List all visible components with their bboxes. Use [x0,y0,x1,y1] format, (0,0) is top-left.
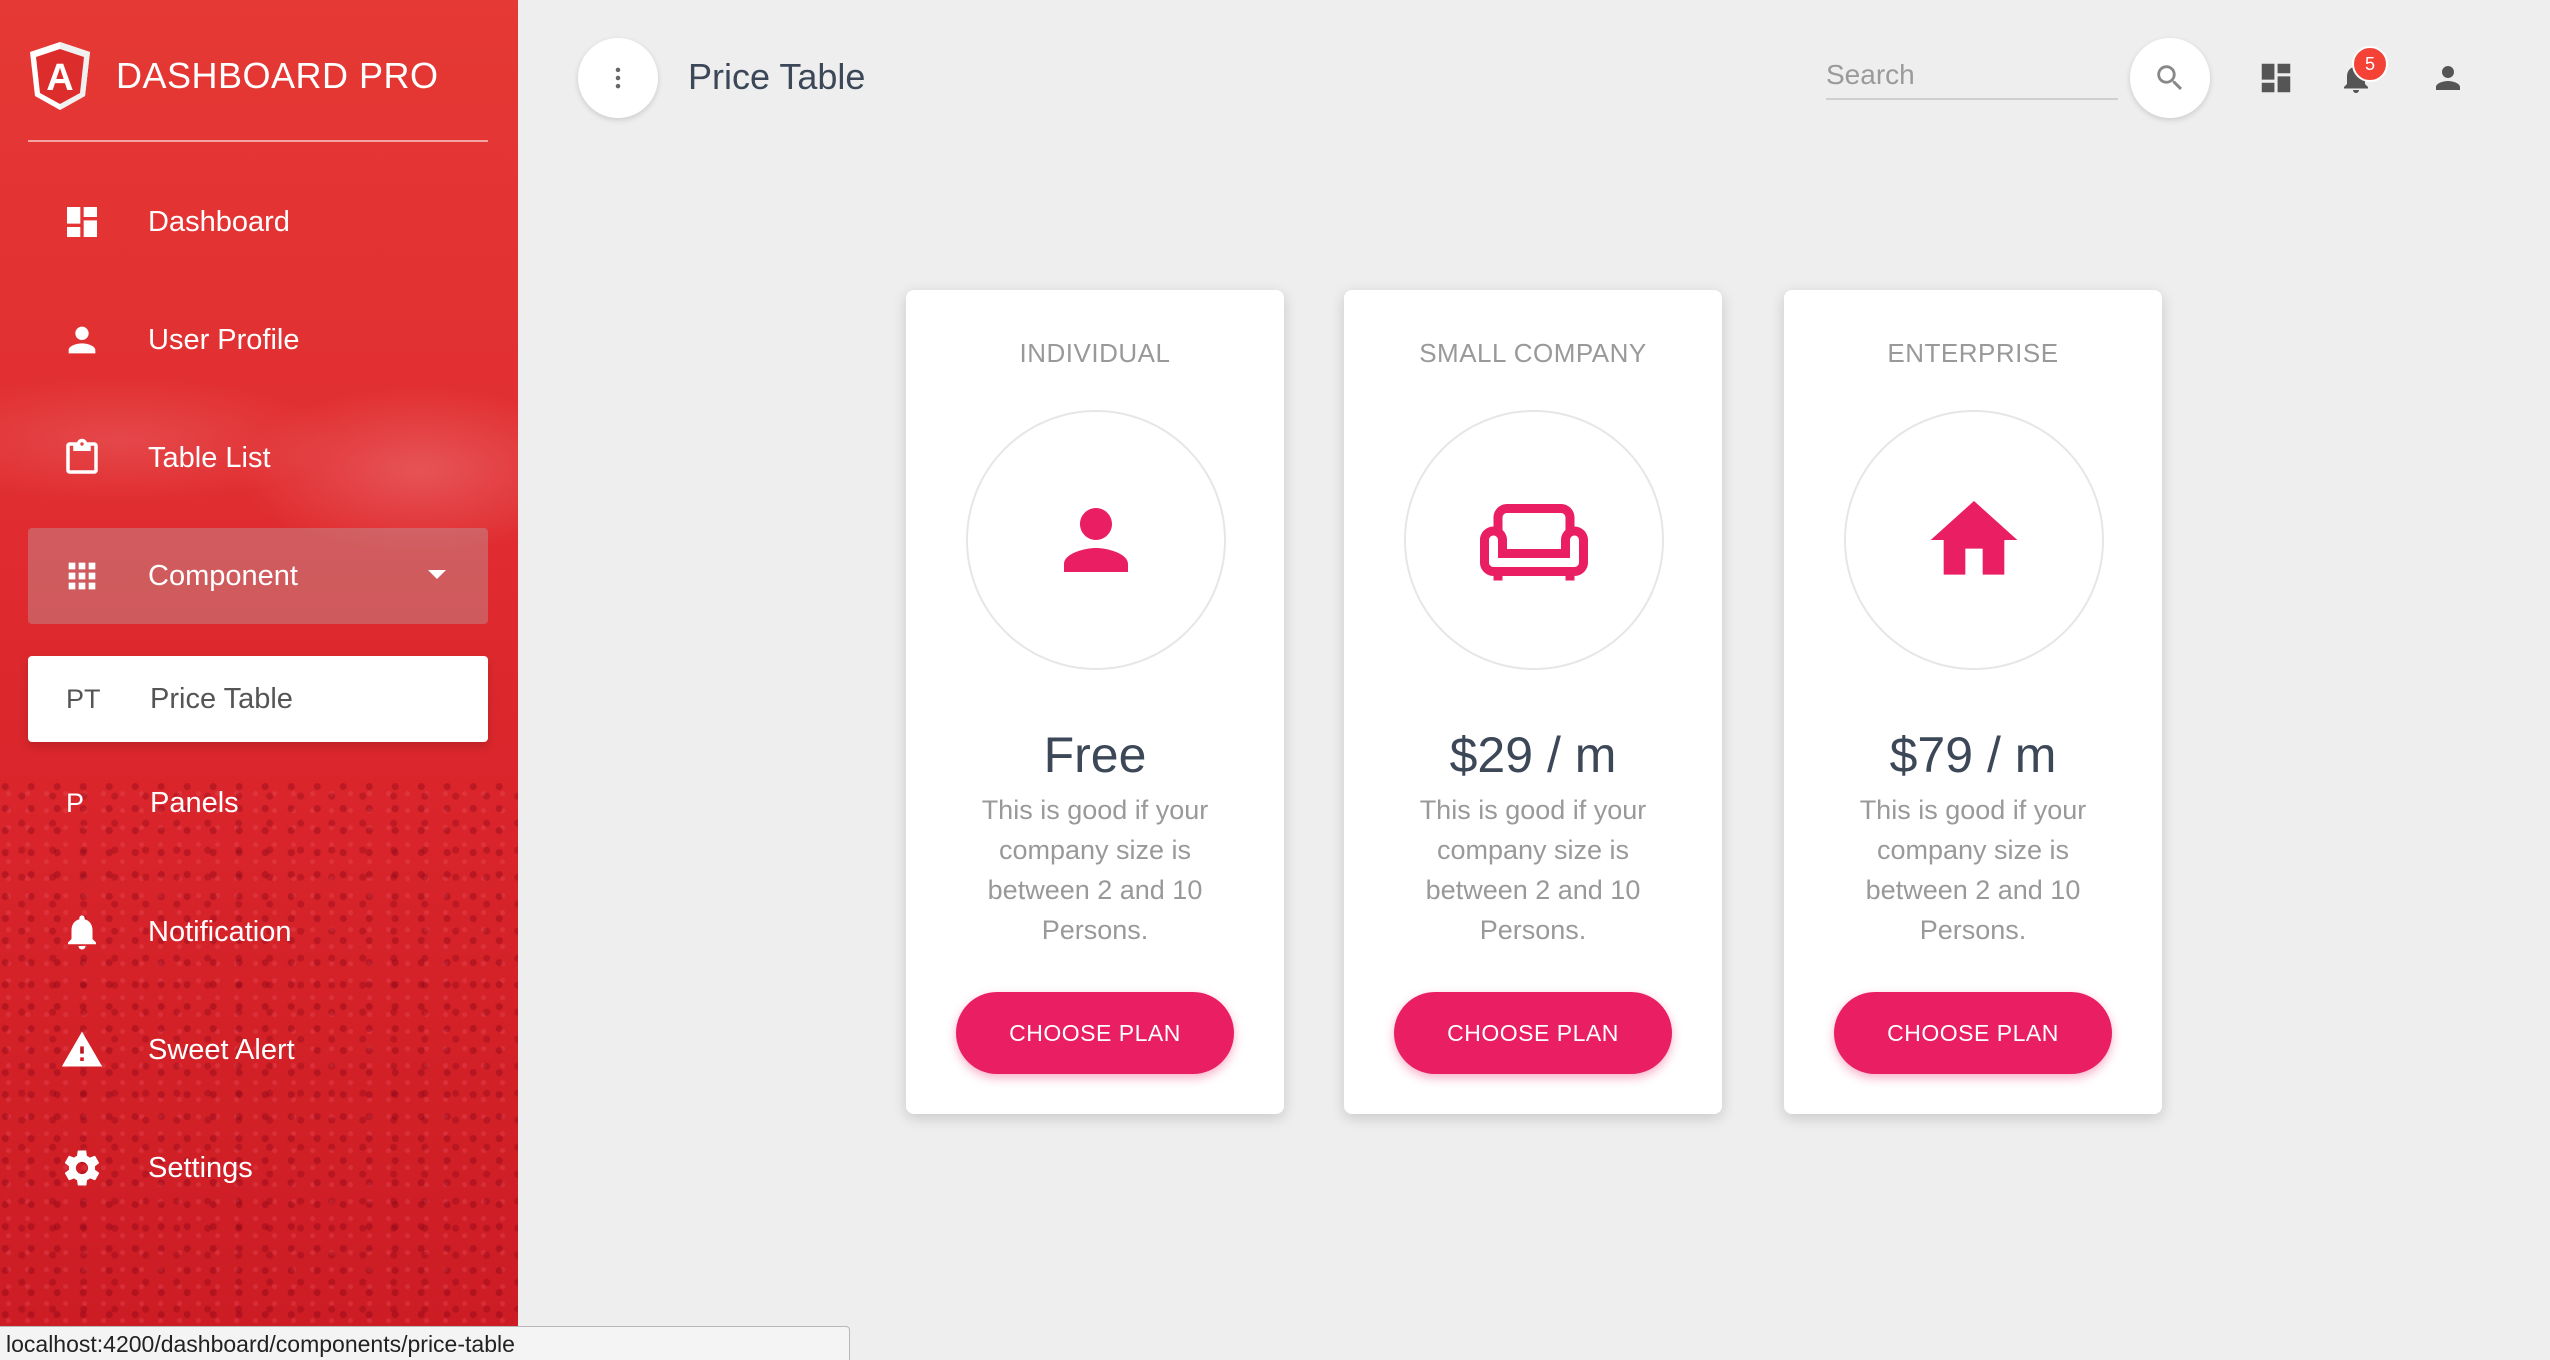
sidebar-item-label: Settings [148,1151,253,1184]
sidebar: A DASHBOARD PRO Dashboard User Profile T… [0,0,518,1360]
sidebar-item-sweet-alert[interactable]: Sweet Alert [28,1002,488,1098]
subitem-label: Panels [150,786,239,819]
pricing-card-individual: INDIVIDUAL Free This is good if your com… [906,290,1284,1114]
sidebar-item-label: Sweet Alert [148,1033,295,1066]
plan-name: ENTERPRISE [1887,338,2059,368]
plan-name: SMALL COMPANY [1419,338,1647,368]
plan-icon-circle [1844,410,2104,670]
angular-logo-icon: A [30,42,90,110]
plan-description: This is good if your company size is bet… [1419,795,1647,945]
sidebar-subitem-price-table[interactable]: PT Price Table [28,656,488,742]
plan-description: This is good if your company size is bet… [981,795,1209,945]
sidebar-subitem-panels[interactable]: P Panels [28,760,488,846]
pricing-card-small-company: SMALL COMPANY $29 / m This is good if yo… [1344,290,1722,1114]
gear-icon [58,1144,106,1192]
bell-icon [58,908,106,956]
more-vertical-icon [615,67,621,89]
sofa-icon [1480,504,1588,581]
choose-plan-button[interactable]: CHOOSE PLAN [1394,992,1672,1074]
person-icon [58,316,106,364]
user-account-button[interactable] [2424,54,2472,102]
dashboard-icon [58,198,106,246]
pricing-card-enterprise: ENTERPRISE $79 / m This is good if your … [1784,290,2162,1114]
plan-name: INDIVIDUAL [1019,338,1171,368]
sidebar-item-label: User Profile [148,323,300,356]
sidebar-item-component[interactable]: Component [28,528,488,624]
sidebar-item-user-profile[interactable]: User Profile [28,292,488,388]
search-icon [2157,65,2183,91]
person-icon [2436,66,2460,90]
plan-price: $79 / m [1889,727,2057,783]
choose-plan-button[interactable]: CHOOSE PLAN [956,992,1234,1074]
sidebar-item-notification[interactable]: Notification [28,884,488,980]
brand-title: DASHBOARD PRO [116,55,439,96]
clipboard-icon [58,434,106,482]
dashboard-shortcut-button[interactable] [2252,54,2300,102]
sidebar-item-label: Component [148,559,298,592]
chevron-down-icon [428,570,446,579]
logo-letter: A [46,57,73,99]
plan-price: Free [1043,727,1147,783]
search-button[interactable] [2130,38,2210,118]
search-input[interactable] [1826,54,2118,96]
page-title: Price Table [688,56,866,97]
browser-status-url: localhost:4200/dashboard/components/pric… [0,1326,850,1360]
sidebar-divider [28,140,488,142]
apps-grid-icon [58,552,106,600]
plan-icon-circle [966,410,1226,670]
person-icon [1064,508,1128,572]
sidebar-toggle-button[interactable] [578,38,658,118]
brand[interactable]: A DASHBOARD PRO [28,32,488,120]
warning-icon [58,1026,106,1074]
subitem-abbr: P [66,787,85,818]
subitem-label: Price Table [150,682,293,715]
sidebar-item-settings[interactable]: Settings [28,1120,488,1216]
plan-price: $29 / m [1449,727,1617,783]
subitem-abbr: PT [66,683,101,714]
search-field[interactable] [1826,54,2118,100]
notification-count-badge: 5 [2352,46,2388,82]
sidebar-item-dashboard[interactable]: Dashboard [28,174,488,270]
sidebar-item-label: Table List [148,441,271,474]
sidebar-item-table-list[interactable]: Table List [28,410,488,506]
sidebar-item-label: Dashboard [148,205,290,238]
sidebar-item-label: Notification [148,915,292,948]
home-icon [1930,501,2018,575]
dashboard-icon [2261,63,2291,93]
choose-plan-button[interactable]: CHOOSE PLAN [1834,992,2112,1074]
plan-icon-circle [1404,410,1664,670]
plan-description: This is good if your company size is bet… [1859,795,2087,945]
